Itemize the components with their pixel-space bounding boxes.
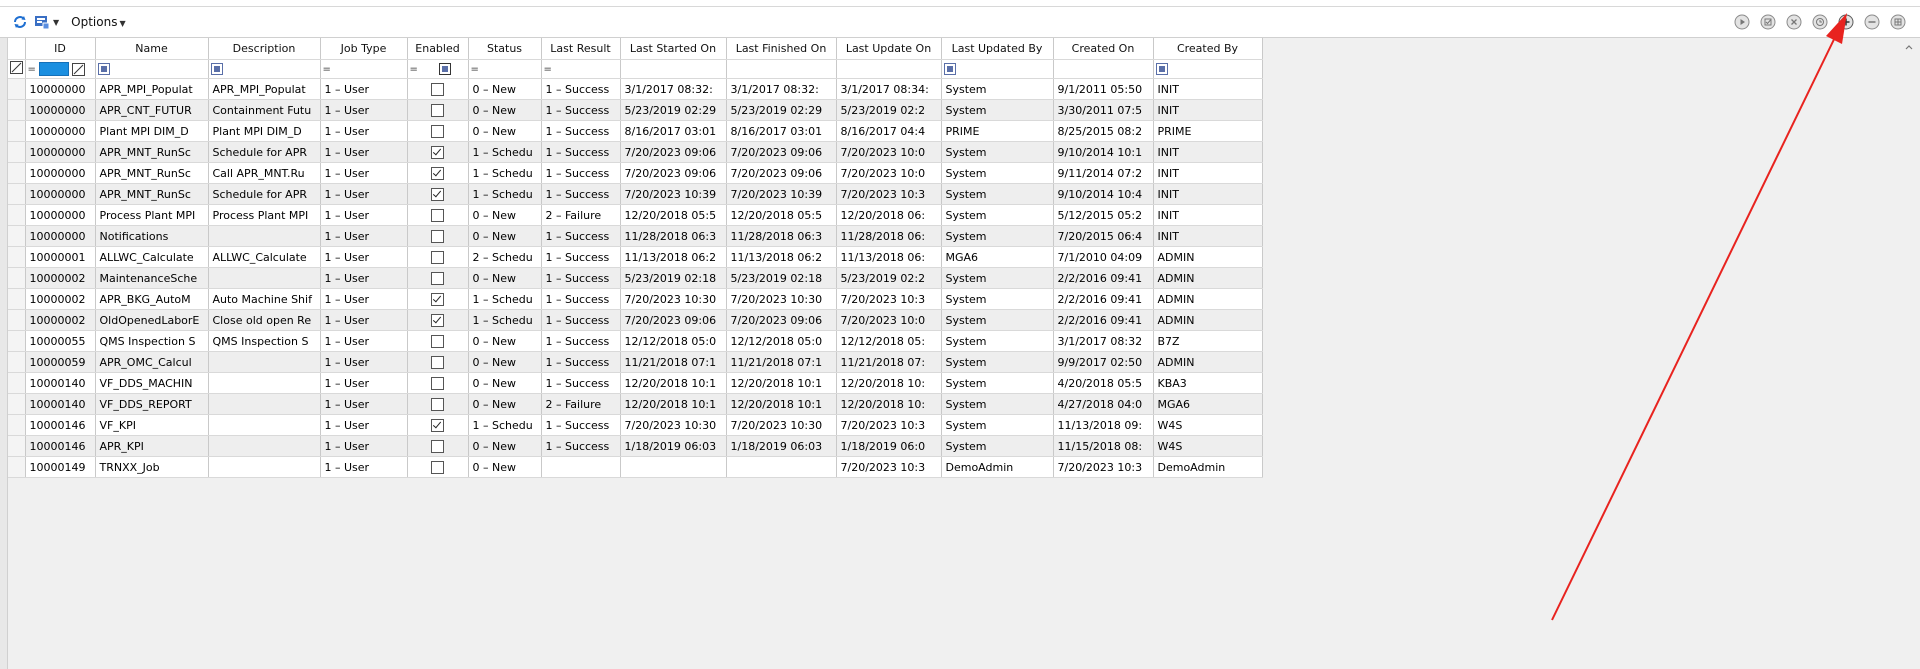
annotation-arrow [1551,13,1847,621]
